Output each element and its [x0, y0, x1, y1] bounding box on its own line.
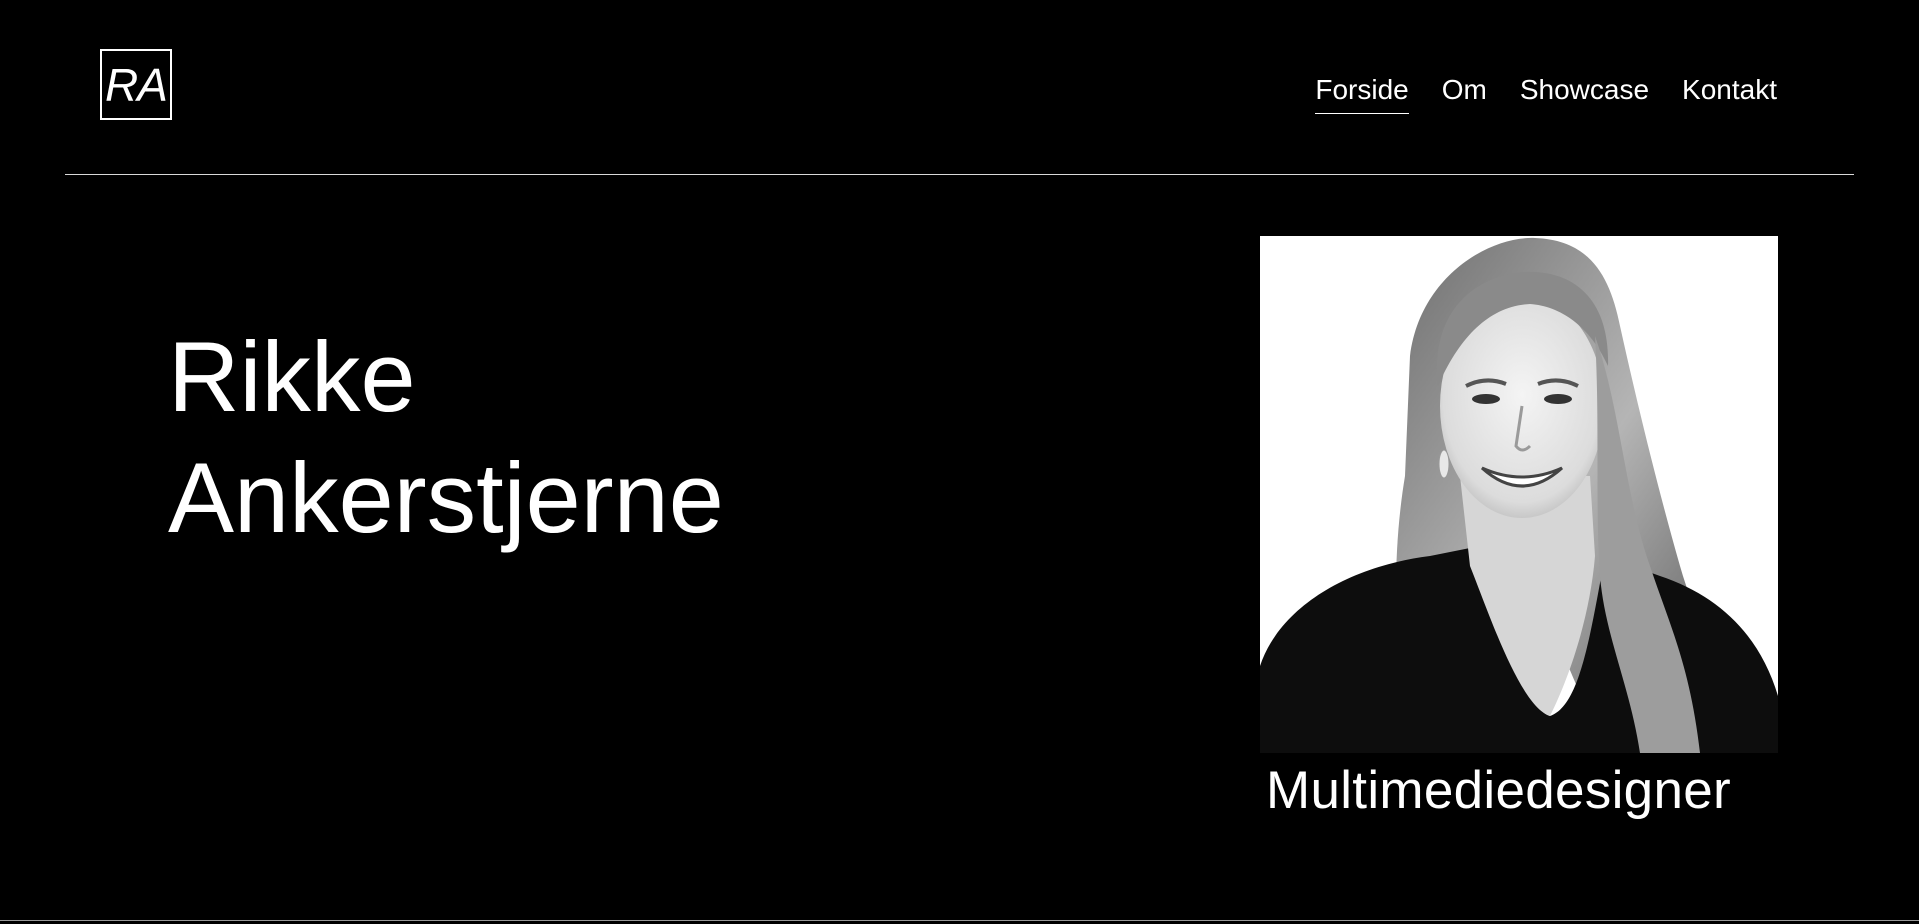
logo[interactable]: RA: [100, 49, 172, 120]
hero-first-name: Rikke: [168, 321, 416, 432]
logo-text: RA: [105, 58, 168, 111]
nav-item-showcase[interactable]: Showcase: [1520, 73, 1649, 113]
page: RA Forside Om Showcase Kontakt Rikke Ank…: [0, 0, 1919, 924]
hero-name: Rikke Ankerstjerne: [168, 316, 724, 558]
nav-item-forside[interactable]: Forside: [1315, 73, 1409, 114]
bottom-divider: [0, 920, 1919, 921]
nav-item-om[interactable]: Om: [1442, 73, 1487, 113]
portrait-photo: [1260, 236, 1778, 753]
main-nav: Forside Om Showcase Kontakt: [1315, 73, 1777, 114]
job-title: Multimediedesigner: [1266, 761, 1731, 820]
nav-item-kontakt[interactable]: Kontakt: [1682, 73, 1777, 113]
hero-last-name: Ankerstjerne: [168, 442, 724, 553]
header-divider: [65, 174, 1854, 175]
